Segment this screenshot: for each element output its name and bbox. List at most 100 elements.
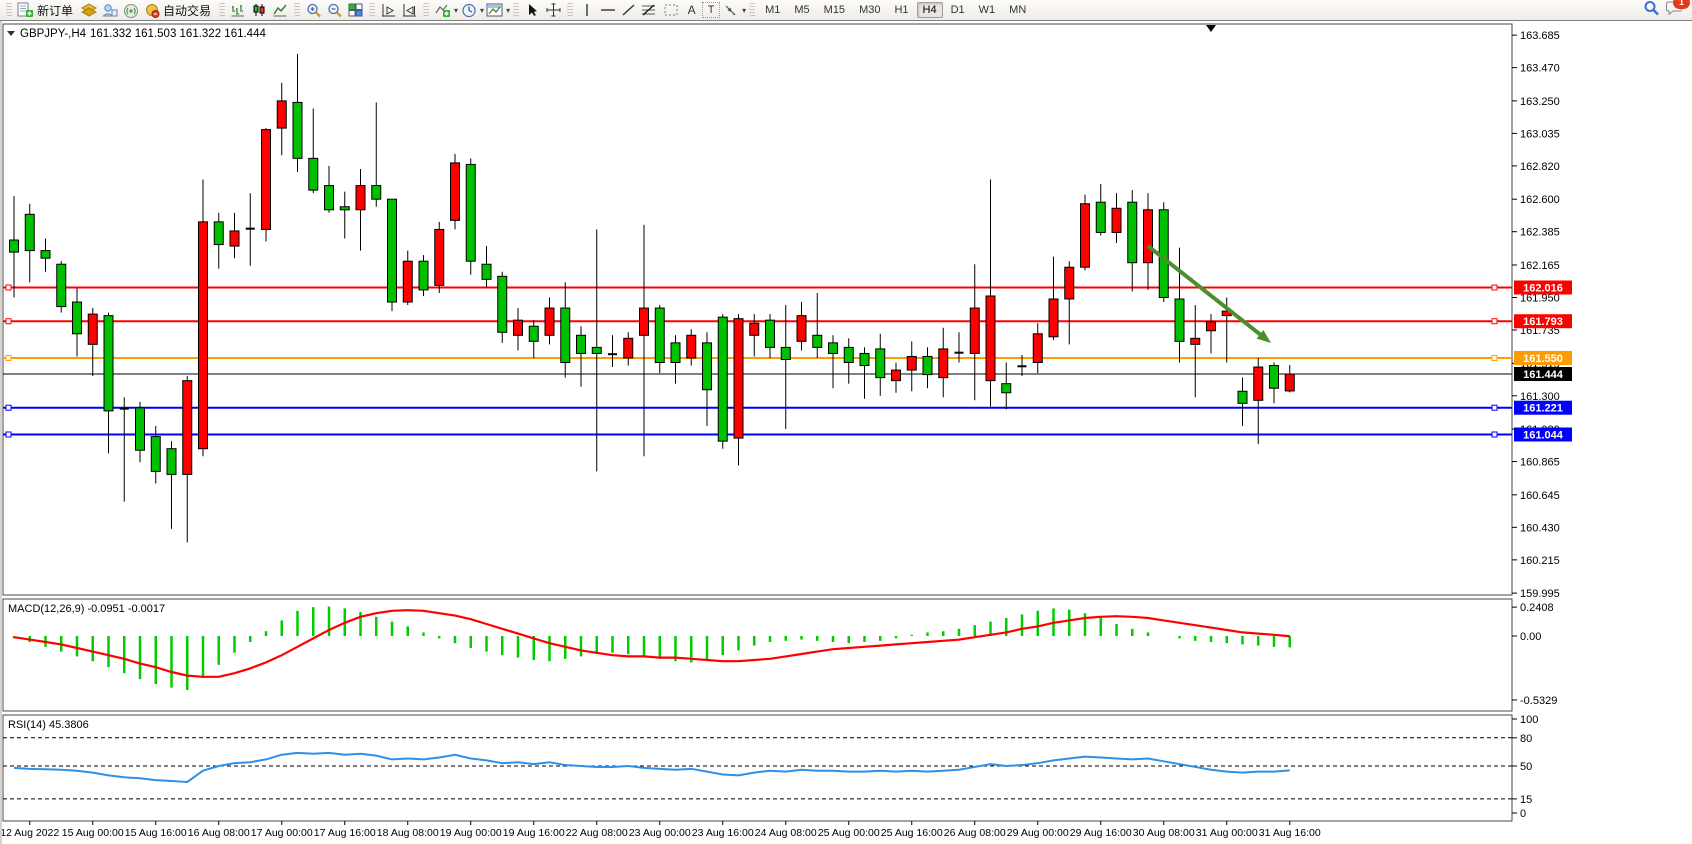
- chart-profiles-button[interactable]: [78, 1, 99, 19]
- candle-up: [403, 261, 412, 302]
- svg-text:163.035: 163.035: [1520, 128, 1560, 140]
- svg-text:19 Aug 16:00: 19 Aug 16:00: [503, 827, 565, 839]
- fibonacci-icon: [641, 3, 658, 17]
- fibonacci-tool-button[interactable]: [639, 1, 660, 19]
- new-order-button[interactable]: [15, 1, 36, 19]
- svg-text:160.645: 160.645: [1520, 490, 1560, 502]
- timeframe-m30[interactable]: M30: [853, 2, 886, 18]
- svg-text:162.600: 162.600: [1520, 194, 1560, 206]
- line-chart-icon: [273, 3, 288, 17]
- search-button[interactable]: [1643, 0, 1660, 21]
- search-icon: [1643, 0, 1660, 16]
- timeframe-h4[interactable]: H4: [917, 2, 943, 18]
- templates-button[interactable]: [484, 1, 505, 19]
- tile-windows-icon: [348, 3, 363, 17]
- line-handle: [1492, 285, 1497, 290]
- candle-down: [1238, 391, 1247, 403]
- line-handle: [1492, 405, 1497, 410]
- candle-down: [419, 261, 428, 290]
- line-handle: [6, 432, 11, 437]
- text-label-tool-button[interactable]: T: [702, 2, 720, 18]
- new-order-label[interactable]: 新订单: [36, 2, 78, 19]
- svg-text:26 Aug 08:00: 26 Aug 08:00: [944, 827, 1006, 839]
- svg-text:GBPJPY-,H4: GBPJPY-,H4: [20, 28, 87, 40]
- timeframe-d1[interactable]: D1: [945, 2, 971, 18]
- candle-up: [514, 320, 523, 335]
- crosshair-tool-button[interactable]: [543, 1, 564, 19]
- shapes-tool-caret[interactable]: ▾: [742, 6, 746, 15]
- candle-up: [262, 130, 271, 230]
- market-watch-icon: [102, 3, 118, 18]
- candle-down: [829, 343, 838, 354]
- svg-text:163.250: 163.250: [1520, 96, 1560, 108]
- svg-text:162.165: 162.165: [1520, 260, 1560, 272]
- toolbar-grip: [369, 3, 375, 18]
- line-handle: [6, 319, 11, 324]
- horizontal-line-tool-button[interactable]: [597, 1, 618, 19]
- timeframe-w1[interactable]: W1: [973, 2, 1002, 18]
- candle-down: [214, 222, 223, 245]
- toolbar-grip: [749, 3, 755, 18]
- periods-button[interactable]: [458, 1, 479, 19]
- channel-icon: [663, 3, 679, 17]
- notification-badge: 1: [1673, 0, 1690, 9]
- candle-down: [813, 335, 822, 347]
- candle-down: [325, 186, 334, 210]
- svg-text:50: 50: [1520, 761, 1532, 773]
- text-tool-button[interactable]: A: [681, 1, 702, 19]
- zoom-out-button[interactable]: [324, 1, 345, 19]
- candle-up: [1191, 338, 1200, 344]
- channel-tool-button[interactable]: [660, 1, 681, 19]
- svg-text:160.215: 160.215: [1520, 555, 1560, 567]
- timeframe-h1[interactable]: H1: [888, 2, 914, 18]
- svg-text:12 Aug 2022: 12 Aug 2022: [2, 827, 59, 839]
- auto-scroll-button[interactable]: [378, 1, 399, 19]
- autotrading-button[interactable]: [141, 1, 162, 19]
- svg-text:29 Aug 00:00: 29 Aug 00:00: [1007, 827, 1069, 839]
- svg-text:161.444: 161.444: [1523, 369, 1564, 381]
- vertical-line-icon: [582, 3, 592, 17]
- candle-up: [183, 381, 192, 475]
- svg-text:-0.5329: -0.5329: [1520, 695, 1557, 707]
- chart-shift-button[interactable]: [399, 1, 420, 19]
- market-watch-button[interactable]: [99, 1, 120, 19]
- candle-down: [671, 343, 680, 363]
- candle-down: [10, 240, 19, 252]
- autotrading-label[interactable]: 自动交易: [162, 2, 216, 19]
- svg-text:163.470: 163.470: [1520, 63, 1560, 75]
- time-axis: 12 Aug 202215 Aug 00:0015 Aug 16:0016 Au…: [2, 821, 1321, 839]
- candle-up: [939, 349, 948, 378]
- chart-canvas[interactable]: 163.685163.470163.250163.035162.820162.6…: [2, 20, 1692, 844]
- toolbar-grip: [219, 3, 225, 18]
- vertical-line-tool-button[interactable]: [576, 1, 597, 19]
- signals-button[interactable]: [120, 1, 141, 19]
- add-indicator-button[interactable]: [432, 1, 453, 19]
- trendline-tool-button[interactable]: [618, 1, 639, 19]
- candle-up: [750, 323, 759, 335]
- svg-text:31 Aug 00:00: 31 Aug 00:00: [1196, 827, 1258, 839]
- toolbar-grip: [567, 3, 573, 18]
- crosshair-icon: [546, 3, 561, 17]
- shapes-tool-button[interactable]: [720, 1, 741, 19]
- cursor-icon: [526, 3, 539, 17]
- chart-title: GBPJPY-,H4161.332 161.503 161.322 161.44…: [7, 28, 266, 40]
- timeframe-m1[interactable]: M1: [759, 2, 786, 18]
- cursor-tool-button[interactable]: [522, 1, 543, 19]
- timeframe-m15[interactable]: M15: [818, 2, 851, 18]
- candle-up: [1065, 267, 1074, 299]
- svg-text:163.685: 163.685: [1520, 30, 1560, 42]
- svg-text:17 Aug 00:00: 17 Aug 00:00: [251, 827, 313, 839]
- templates-caret[interactable]: ▾: [506, 6, 510, 15]
- timeframe-mn[interactable]: MN: [1003, 2, 1032, 18]
- zoom-in-button[interactable]: [303, 1, 324, 19]
- bar-chart-button[interactable]: [228, 1, 249, 19]
- notifications-button[interactable]: 1: [1666, 0, 1683, 20]
- new-order-icon: [17, 2, 34, 18]
- svg-text:161.221: 161.221: [1523, 403, 1563, 415]
- tile-windows-button[interactable]: [345, 1, 366, 19]
- svg-text:31 Aug 16:00: 31 Aug 16:00: [1259, 827, 1321, 839]
- candlestick-chart-button[interactable]: [249, 1, 270, 19]
- candle-down: [655, 308, 664, 362]
- timeframe-m5[interactable]: M5: [788, 2, 815, 18]
- line-chart-button[interactable]: [270, 1, 291, 19]
